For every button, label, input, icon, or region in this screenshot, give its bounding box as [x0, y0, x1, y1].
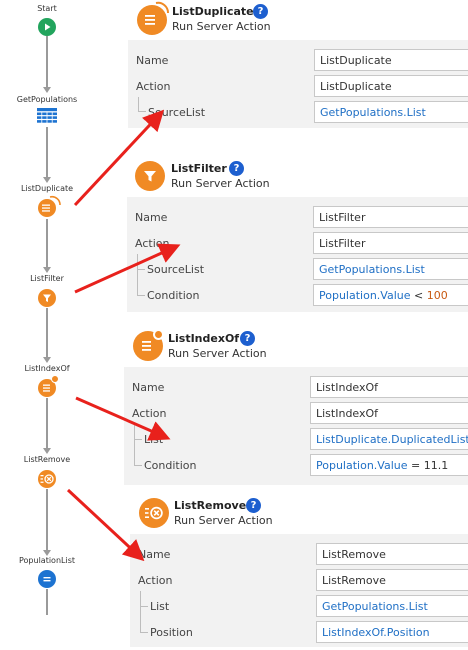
property-label-list: List	[150, 600, 170, 613]
list-remove-icon	[139, 498, 169, 528]
name-field[interactable]: ListIndexOf	[310, 376, 468, 398]
funnel-icon	[135, 161, 165, 191]
list-field[interactable]: GetPopulations.List	[316, 595, 468, 617]
flow-connector	[46, 127, 48, 181]
sourcelist-field[interactable]: GetPopulations.List	[313, 258, 468, 280]
properties-panel-listfilter: ListFilter ? Run Server Action Name List…	[127, 155, 468, 312]
property-label-name: Name	[135, 211, 168, 224]
help-icon[interactable]: ?	[246, 498, 261, 513]
condition-expression: Population.Value	[316, 459, 408, 472]
property-label-sourcelist: SourceList	[148, 106, 206, 119]
action-field[interactable]: ListDuplicate	[314, 75, 468, 97]
tree-connector	[138, 97, 139, 111]
condition-operator: =	[407, 459, 424, 472]
properties-panel-listduplicate: ListDuplicate ? Run Server Action Name L…	[128, 0, 468, 128]
action-field[interactable]: ListIndexOf	[310, 402, 468, 424]
property-label-condition: Condition	[147, 289, 200, 302]
flow-node-label: ListRemove	[23, 455, 71, 464]
flow-node-label: GetPopulations	[16, 95, 78, 104]
position-field[interactable]: ListIndexOf.Position	[316, 621, 468, 643]
tree-connector	[140, 606, 148, 607]
panel-subtitle: Run Server Action	[168, 347, 267, 360]
tree-connector	[138, 111, 146, 112]
tree-connector	[137, 269, 145, 270]
property-label-sourcelist: SourceList	[147, 263, 205, 276]
index-dot-icon	[51, 375, 59, 383]
table-icon	[37, 108, 57, 123]
flow-node-populationlist[interactable]	[38, 570, 56, 588]
panel-title: ListDuplicate	[172, 5, 254, 18]
panel-subtitle: Run Server Action	[172, 20, 271, 33]
flow-arrowhead	[43, 357, 51, 363]
property-label-action: Action	[136, 80, 171, 93]
tree-connector	[140, 632, 148, 633]
name-field[interactable]: ListFilter	[313, 206, 468, 228]
flow-node-label: ListIndexOf	[24, 364, 70, 373]
flow-connector	[46, 219, 48, 271]
list-index-icon	[43, 384, 50, 392]
condition-number: 11.1	[423, 459, 449, 472]
flow-node-getpopulations[interactable]	[37, 108, 57, 124]
flow-arrowhead	[43, 448, 51, 454]
list-icon	[43, 577, 51, 582]
tree-connector	[134, 465, 142, 466]
flow-node-label: Start	[37, 4, 57, 13]
property-label-action: Action	[132, 407, 167, 420]
panel-title: ListIndexOf	[168, 332, 240, 345]
panel-subtitle: Run Server Action	[174, 514, 273, 527]
properties-panel-listremove: ListRemove ? Run Server Action Name List…	[130, 492, 468, 647]
name-field[interactable]: ListDuplicate	[314, 49, 468, 71]
condition-expression: Population.Value	[319, 289, 411, 302]
sourcelist-field[interactable]: GetPopulations.List	[314, 101, 468, 123]
help-icon[interactable]: ?	[229, 161, 244, 176]
flow-node-listremove[interactable]	[38, 470, 56, 488]
property-label-name: Name	[132, 381, 165, 394]
panel-title: ListFilter	[171, 162, 227, 175]
help-icon[interactable]: ?	[240, 331, 255, 346]
property-label-name: Name	[138, 548, 171, 561]
property-label-position: Position	[150, 626, 193, 639]
action-field[interactable]: ListRemove	[316, 569, 468, 591]
name-field[interactable]: ListRemove	[316, 543, 468, 565]
property-label-action: Action	[135, 237, 170, 250]
tree-connector	[134, 439, 142, 440]
condition-field[interactable]: Population.Value = 11.1	[310, 454, 468, 476]
property-label-action: Action	[138, 574, 173, 587]
panel-subtitle: Run Server Action	[171, 177, 270, 190]
tree-connector	[134, 424, 135, 466]
property-label-list: List	[144, 433, 164, 446]
flow-arrowhead	[43, 177, 51, 183]
flow-node-listfilter[interactable]	[38, 289, 56, 307]
tree-connector	[137, 254, 138, 296]
duplicate-arc-icon	[49, 195, 61, 206]
tree-connector	[137, 295, 145, 296]
flow-node-label: ListDuplicate	[20, 184, 74, 193]
flow-connector	[46, 36, 48, 91]
flow-node-start[interactable]	[38, 18, 56, 36]
tree-connector	[140, 591, 141, 633]
help-icon[interactable]: ?	[253, 4, 268, 19]
funnel-icon	[43, 294, 51, 302]
flow-connector	[46, 398, 48, 452]
panel-title: ListRemove	[174, 499, 247, 512]
index-dot-icon	[153, 329, 164, 340]
properties-panel-listindexof: ListIndexOf ? Run Server Action Name Lis…	[124, 325, 468, 485]
flow-node-label: ListFilter	[30, 274, 64, 283]
action-field[interactable]: ListFilter	[313, 232, 468, 254]
flow-connector	[46, 489, 48, 554]
flow-node-label: PopulationList	[18, 556, 75, 565]
play-icon	[45, 23, 51, 31]
flow-arrowhead	[43, 87, 51, 93]
flow-connector	[46, 308, 48, 361]
duplicate-arc-icon	[155, 1, 170, 14]
flow-arrowhead	[43, 267, 51, 273]
condition-field[interactable]: Population.Value < 100	[313, 284, 468, 306]
list-field[interactable]: ListDuplicate.DuplicatedList	[310, 428, 468, 450]
property-label-condition: Condition	[144, 459, 197, 472]
condition-number: 100	[426, 289, 448, 302]
condition-operator: <	[410, 289, 427, 302]
list-remove-icon	[40, 474, 54, 484]
property-label-name: Name	[136, 54, 169, 67]
flow-connector	[46, 589, 48, 615]
